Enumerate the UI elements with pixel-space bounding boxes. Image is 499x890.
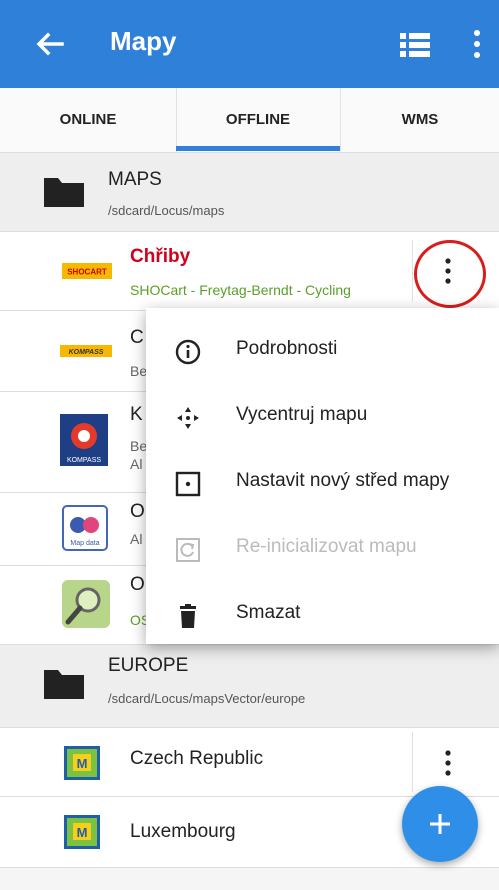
- center-arrows-icon: [177, 407, 199, 429]
- page-title: Mapy: [110, 26, 177, 56]
- osm-logo-icon: [62, 580, 110, 628]
- item-subtitle: SHOCart - Freytag-Berndt - Cycling: [130, 282, 351, 298]
- folder-section-europe[interactable]: EUROPE /sdcard/Locus/mapsVector/europe: [0, 645, 499, 728]
- kompass-logo-icon: KOMPASS: [60, 414, 108, 466]
- tab-online[interactable]: ONLINE: [0, 88, 177, 152]
- locus-map-logo-icon: M: [64, 746, 100, 780]
- item-name: O: [130, 574, 145, 595]
- menu-item-label: Podrobnosti: [236, 338, 338, 359]
- item-name: O: [130, 501, 145, 522]
- menu-item-label: Vycentruj mapu: [236, 404, 368, 425]
- svg-text:M: M: [77, 825, 88, 840]
- menu-item-set-center[interactable]: Nastavit nový střed mapy: [146, 450, 499, 516]
- item-subtitle: Be: [130, 438, 148, 454]
- menu-item-reinit: Re-inicializovat mapu: [146, 516, 499, 582]
- item-name: K: [130, 404, 143, 425]
- map-data-logo-icon: Map data: [62, 505, 108, 551]
- item-subtitle: Al: [130, 531, 143, 547]
- svg-text:KOMPASS: KOMPASS: [69, 349, 104, 356]
- info-icon: [175, 339, 201, 365]
- context-menu: Podrobnosti Vycentruj mapu Nastavit nový…: [146, 308, 499, 644]
- tab-wms[interactable]: WMS: [341, 88, 499, 152]
- app-bar: Mapy: [0, 0, 499, 88]
- svg-text:SHOCART: SHOCART: [67, 268, 107, 277]
- add-fab-button[interactable]: [402, 786, 478, 862]
- menu-item-delete[interactable]: Smazat: [146, 582, 499, 648]
- folder-icon: [44, 670, 84, 699]
- list-view-icon[interactable]: [400, 32, 430, 58]
- annotation-circle: [414, 240, 486, 308]
- kompass-logo-icon: KOMPASS: [60, 345, 112, 357]
- folder-icon: [44, 178, 84, 207]
- back-arrow-icon[interactable]: [30, 24, 70, 64]
- item-name: Czech Republic: [130, 748, 264, 769]
- menu-item-label: Smazat: [236, 602, 301, 623]
- section-path: /sdcard/Locus/mapsVector/europe: [108, 691, 306, 706]
- divider: [412, 732, 413, 792]
- reinit-icon: [176, 538, 200, 562]
- section-title: MAPS: [108, 169, 162, 190]
- divider: [412, 240, 413, 302]
- plus-icon: [430, 814, 450, 834]
- more-vert-icon[interactable]: [438, 748, 458, 778]
- tab-bar: ONLINE OFFLINE WMS: [0, 88, 499, 153]
- menu-item-label: Re-inicializovat mapu: [236, 536, 417, 557]
- item-subtitle-2: Al: [130, 456, 143, 472]
- menu-item-details[interactable]: Podrobnosti: [146, 318, 499, 384]
- svg-text:Map data: Map data: [70, 540, 99, 547]
- svg-text:KOMPASS: KOMPASS: [67, 457, 101, 464]
- list-item-czech-republic[interactable]: M Czech Republic: [0, 728, 499, 797]
- item-subtitle: Be: [130, 363, 148, 379]
- tab-indicator: [176, 146, 340, 151]
- item-name: C: [130, 327, 144, 348]
- item-name: Luxembourg: [130, 821, 236, 842]
- menu-item-label: Nastavit nový střed mapy: [236, 470, 450, 491]
- shocart-logo-icon: SHOCART: [62, 263, 112, 279]
- tab-offline[interactable]: OFFLINE: [176, 88, 341, 152]
- folder-section-maps[interactable]: MAPS /sdcard/Locus/maps: [0, 153, 499, 232]
- more-vert-icon[interactable]: [470, 28, 484, 60]
- menu-item-center-map[interactable]: Vycentruj mapu: [146, 384, 499, 450]
- svg-text:M: M: [77, 756, 88, 771]
- set-center-icon: [175, 471, 201, 497]
- item-name: Chřiby: [130, 246, 191, 267]
- locus-map-logo-icon: M: [64, 815, 100, 849]
- section-title: EUROPE: [108, 655, 189, 676]
- section-path: /sdcard/Locus/maps: [108, 203, 225, 218]
- trash-icon: [180, 604, 196, 628]
